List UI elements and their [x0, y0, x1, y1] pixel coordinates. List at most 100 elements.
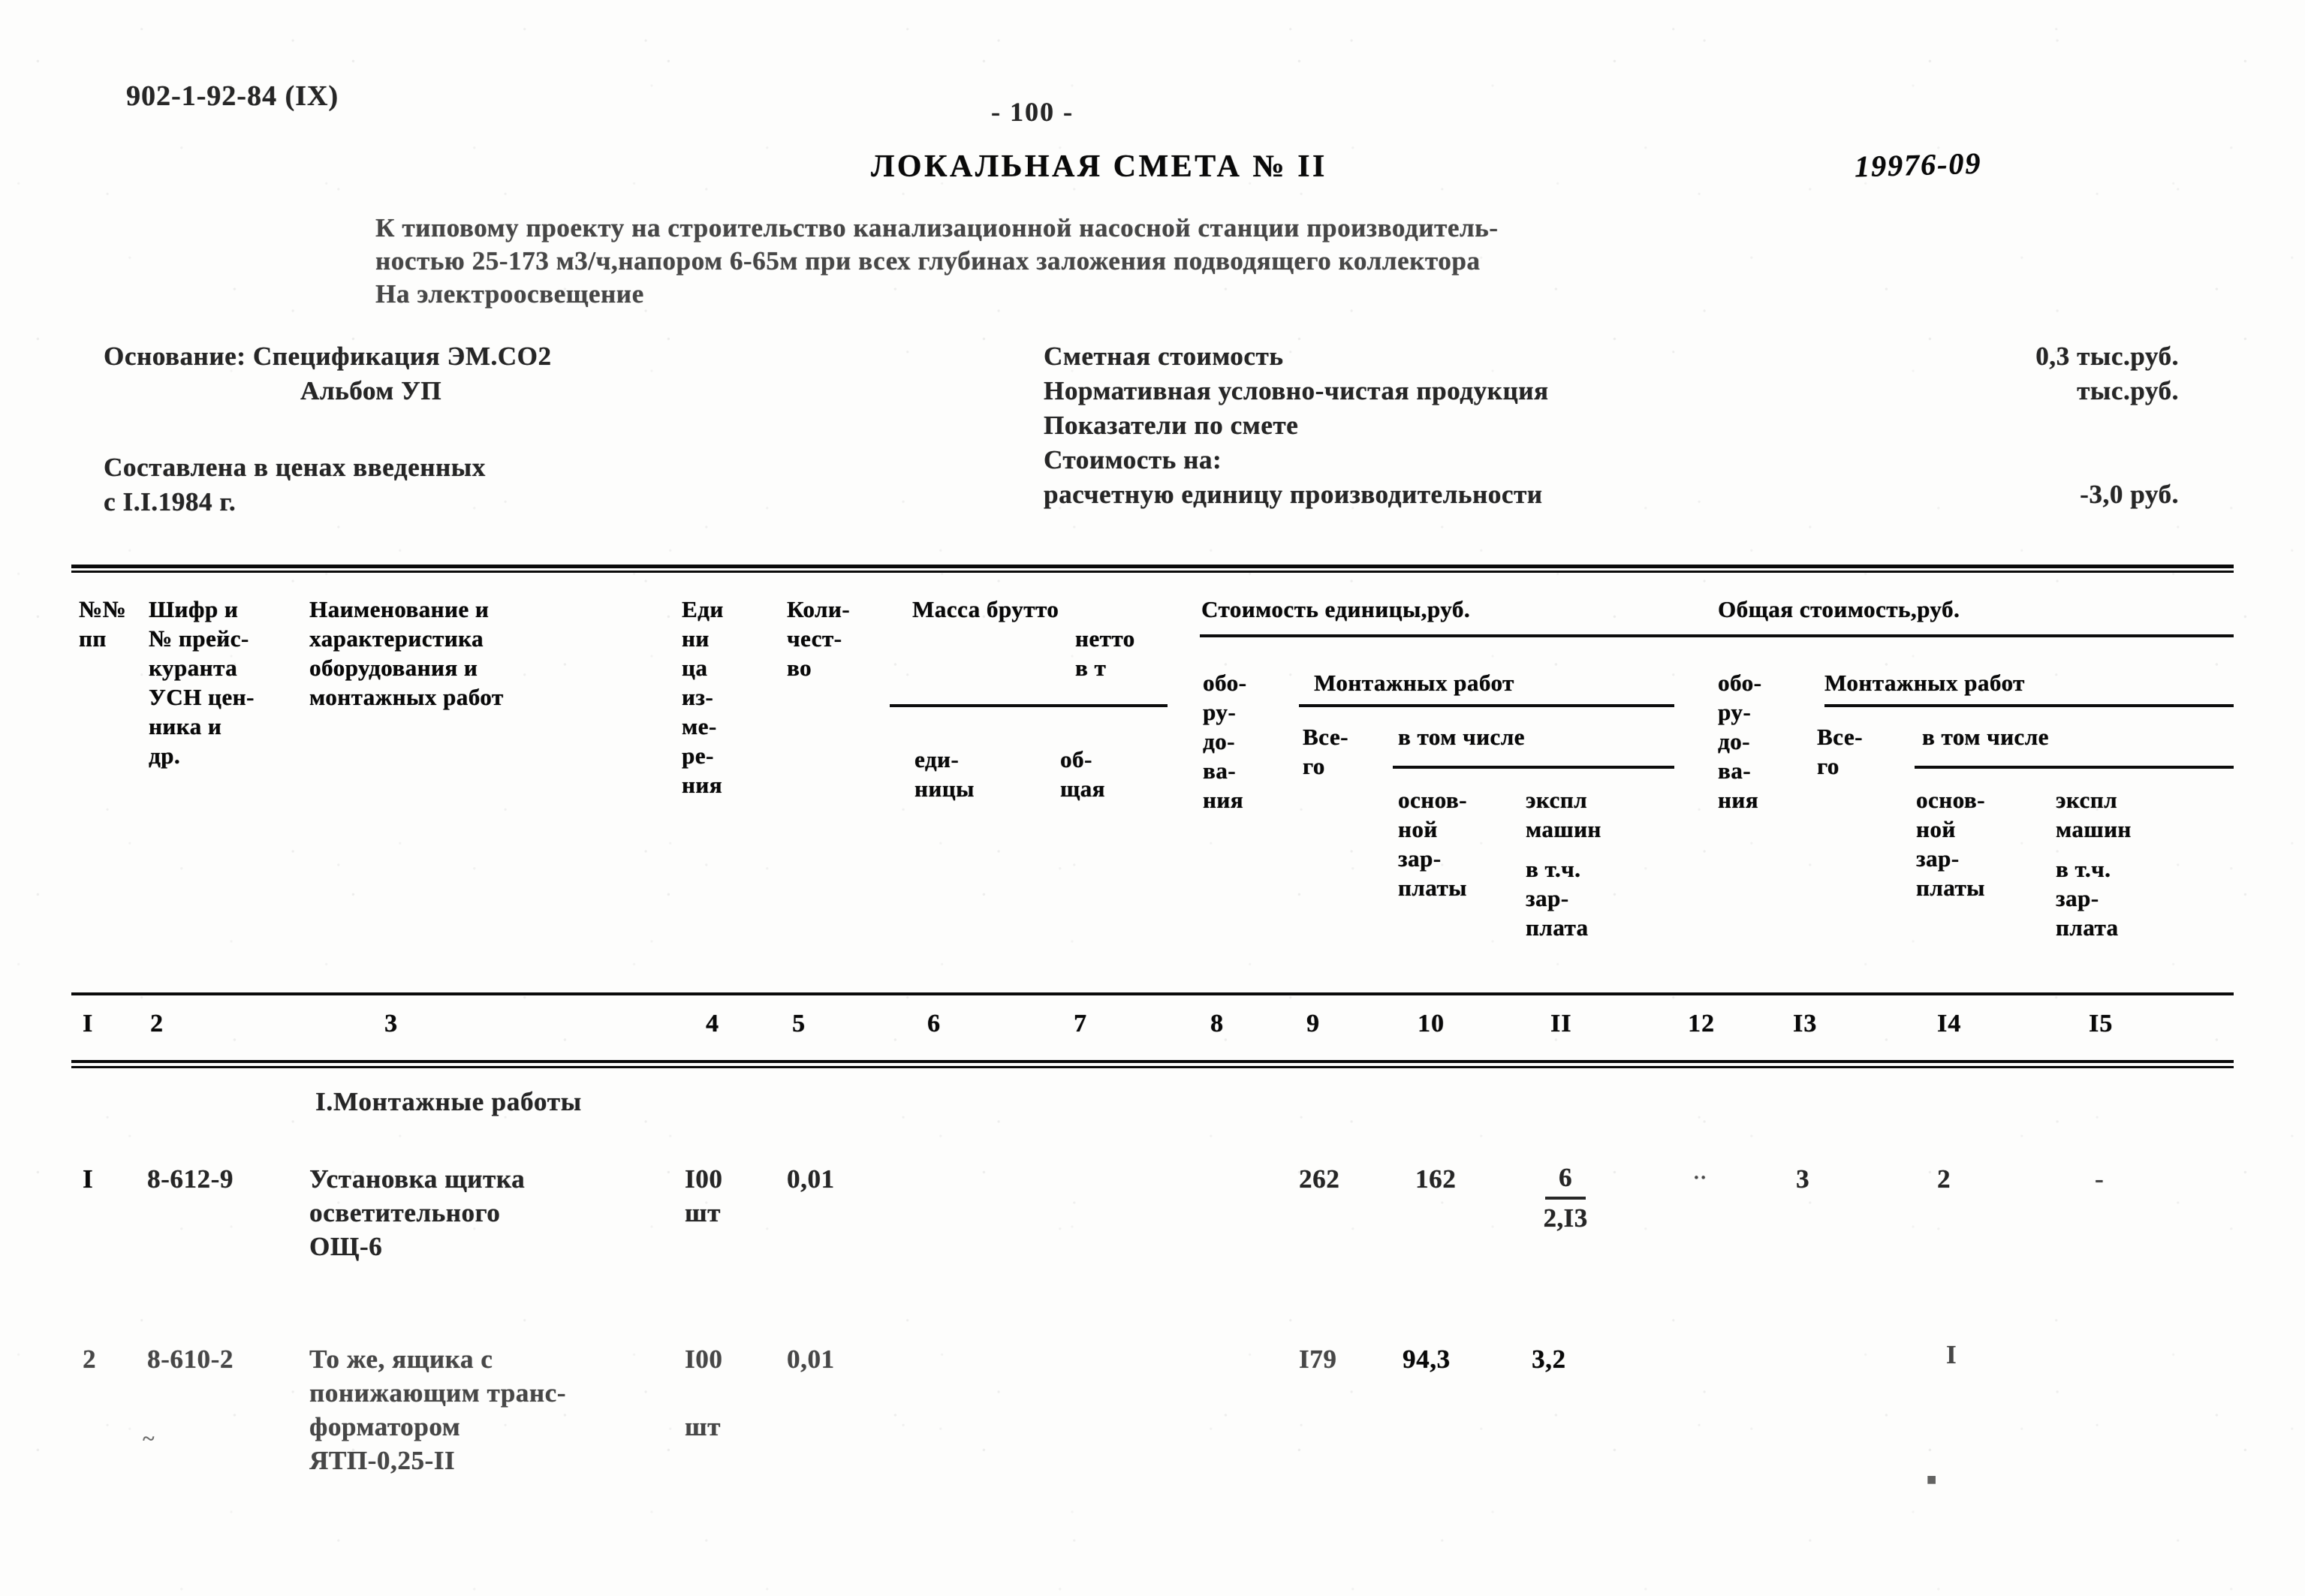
- header-col-8-line-1: обо-: [1203, 670, 1247, 696]
- header-col-1-line-1: №№: [79, 596, 127, 622]
- header-col-10-line-2: ной: [1398, 816, 1438, 842]
- header-col-8-line-3: до-: [1203, 728, 1236, 754]
- header-col-9-line-1: Все-: [1303, 724, 1348, 750]
- header-col-14-basic-wage: основ- ной зар- платы: [1916, 785, 1985, 902]
- header-col-1: №№ пп: [79, 595, 126, 653]
- header-col-3-line-3: оборудования и: [309, 655, 478, 681]
- row-2-name: То же, ящика с понижающим транс- формато…: [309, 1342, 566, 1477]
- header-col-9-line-2: го: [1303, 753, 1325, 779]
- header-col-8-line-5: ния: [1203, 787, 1243, 813]
- header-col-11-line-1: экспл: [1526, 787, 1587, 813]
- header-mass-net-line-1: нетто: [1075, 625, 1135, 652]
- header-col-6: еди- ницы: [914, 745, 975, 803]
- header-total-among-which-label: в том числе: [1922, 724, 2049, 750]
- column-number-13: I3: [1793, 1010, 1818, 1037]
- project-description-line-3: На электроосвещение: [375, 279, 644, 309]
- total-cost-group-subrule: [1716, 634, 2234, 637]
- header-col-10-basic-wage: основ- ной зар- платы: [1398, 785, 1467, 902]
- row-1-unit-line-2: шт: [685, 1198, 721, 1227]
- unit-productivity-label: расчетную единицу производительности: [1044, 480, 1543, 509]
- header-col-6-line-2: ницы: [914, 775, 975, 802]
- unit-productivity-row: расчетную единицу производительности -3,…: [1044, 477, 2192, 512]
- npcp-label: Нормативная условно-чистая продукция: [1044, 376, 1549, 405]
- header-install-group-label: Монтажных работ: [1314, 670, 1514, 696]
- unit-productivity-value: -3,0 руб.: [2080, 480, 2179, 509]
- header-unit-cost-group-label: Стоимость единицы,руб.: [1201, 596, 1471, 622]
- header-col-15-line-3: в т.ч.: [2056, 856, 2111, 882]
- column-number-1: I: [83, 1010, 94, 1037]
- estimate-cost-label: Сметная стоимость: [1044, 342, 1284, 371]
- header-col-10-line-1: основ-: [1398, 787, 1467, 813]
- row-2-name-line-2: понижающим транс-: [309, 1378, 567, 1408]
- mass-group-subrule: [890, 704, 1168, 707]
- header-col-12-line-5: ния: [1718, 787, 1758, 813]
- cost-on-label: Стоимость на:: [1044, 445, 1222, 474]
- header-col-2-line-5: ника и: [149, 713, 222, 739]
- row-1-sum-total: 3: [1796, 1164, 1810, 1194]
- row-1-name-line-2: осветительного: [309, 1198, 501, 1227]
- project-description: К типовому проекту на строительство кана…: [375, 212, 2230, 311]
- estimate-cost-value: 0,3 тыс.руб.: [2035, 342, 2179, 371]
- header-col-7-line-1: об-: [1060, 746, 1092, 772]
- header-col-13-total: Все- го: [1817, 722, 1863, 781]
- row-1-name: Установка щитка осветительного ОЩ-6: [309, 1162, 525, 1263]
- header-col-1-line-2: пп: [79, 625, 107, 652]
- header-install-among-which: в том числе: [1398, 722, 1525, 751]
- header-total-install-group: Монтажных работ: [1824, 668, 2025, 697]
- column-number-2: 2: [150, 1010, 164, 1037]
- table-row: I: [83, 1162, 93, 1196]
- header-col-15-line-2: машин: [2056, 816, 2132, 842]
- row-1-number: I: [83, 1164, 94, 1194]
- header-col-15-line-4: зар-: [2056, 885, 2099, 911]
- header-col-14-line-4: платы: [1916, 875, 1985, 901]
- header-col-12-line-1: обо-: [1718, 670, 1762, 696]
- stray-ink-mark: ~: [143, 1426, 155, 1451]
- row-1-install-total: 262: [1299, 1164, 1340, 1194]
- header-col-3-line-1: Наименование и: [309, 596, 490, 622]
- column-number-4: 4: [706, 1010, 719, 1037]
- project-description-line-2: ностью 25-173 м3/ч,напором 6-65м при все…: [375, 246, 1481, 276]
- fraction-bar-icon: [1545, 1197, 1586, 1200]
- table-header-bottom-rule: [71, 992, 2234, 995]
- row-1-name-line-1: Установка щитка: [309, 1164, 526, 1194]
- column-number-11: II: [1550, 1010, 1572, 1037]
- row-2-name-line-1: То же, ящика с: [309, 1345, 493, 1374]
- header-col-11-line-3: в т.ч.: [1526, 856, 1581, 882]
- column-number-9: 9: [1306, 1010, 1320, 1037]
- header-mass-group: Масса брутто: [912, 595, 1059, 624]
- header-col-3: Наименование и характеристика оборудован…: [309, 595, 504, 712]
- header-col-4-line-6: ре-: [682, 742, 714, 769]
- header-mass-net-line-2: в т: [1075, 655, 1107, 681]
- column-numbers-bottom-rule-outer: [71, 1060, 2234, 1063]
- basis-value-line-1: Спецификация ЭМ.СО2: [252, 342, 552, 371]
- row-1-install-machines-numerator: 6: [1559, 1163, 1572, 1192]
- column-number-14: I4: [1937, 1010, 1962, 1037]
- column-number-5: 5: [792, 1010, 806, 1037]
- header-col-2-line-3: куранта: [149, 655, 238, 681]
- header-col-7-line-2: щая: [1060, 775, 1105, 802]
- header-col-7: об- щая: [1060, 745, 1105, 803]
- header-col-2: Шифр и № прейс- куранта УСН цен- ника и …: [149, 595, 255, 770]
- header-col-4: Еди ни ца из- ме- ре- ния: [682, 595, 724, 800]
- stray-ink-dot: ■: [1927, 1470, 1937, 1489]
- row-2-name-line-3: форматором: [309, 1412, 461, 1441]
- header-col-11-line-5: плата: [1526, 914, 1589, 941]
- row-2-quantity: 0,01: [787, 1345, 835, 1374]
- price-level-line-2: с I.I.1984 г.: [104, 487, 237, 516]
- page-title: ЛОКАЛЬНАЯ СМЕТА № II: [871, 149, 1327, 184]
- header-install-among-which-label: в том числе: [1398, 724, 1525, 750]
- header-col-14-line-3: зар-: [1916, 845, 1960, 872]
- row-2-unit: I00 шт: [685, 1342, 722, 1444]
- header-col-12-line-2: ру-: [1718, 699, 1752, 725]
- header-col-14-line-1: основ-: [1916, 787, 1985, 813]
- header-col-2-line-6: др.: [149, 742, 181, 769]
- header-col-15-line-1: экспл: [2056, 787, 2117, 813]
- table-row: 2: [83, 1342, 96, 1376]
- table-top-rule-outer: [71, 565, 2234, 568]
- estimate-cost-row: Сметная стоимость 0,3 тыс.руб.: [1044, 339, 2192, 374]
- column-number-8: 8: [1210, 1010, 1224, 1037]
- header-unit-cost-group: Стоимость единицы,руб.: [1201, 595, 1470, 624]
- registration-number: 19976-09: [1854, 146, 1982, 184]
- basis-block: Основание: Спецификация ЭМ.СО2 Альбом УП: [104, 339, 552, 408]
- section-title-installation-works: I.Монтажные работы: [315, 1087, 582, 1116]
